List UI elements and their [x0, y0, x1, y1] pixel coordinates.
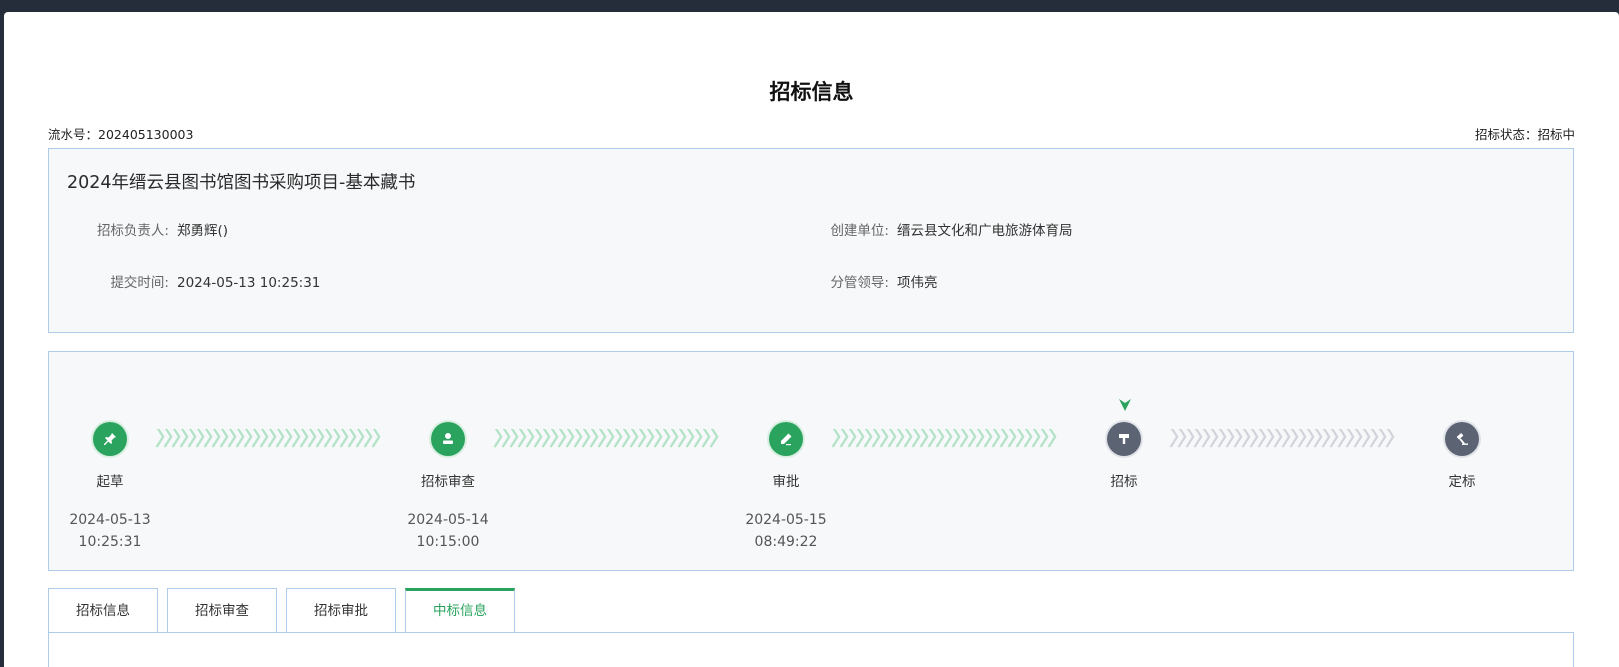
status-label: 招标状态： [1474, 127, 1538, 142]
submit-time-label: 提交时间: [110, 275, 169, 291]
gavel-icon [1445, 422, 1479, 456]
pencil-icon [769, 422, 803, 456]
owner-field: 招标负责人: 郑勇辉() [49, 219, 228, 239]
flow-step-approval: 审批 2024-05-15 08:49:22 [716, 422, 856, 550]
bid-status: 招标状态：招标中 [1475, 124, 1575, 143]
flow-step-bid-review: 招标审查 2024-05-14 10:15:00 [378, 422, 518, 550]
progress-connector-2: 〉〉〉〉〉〉〉〉〉〉〉〉〉〉〉〉〉〉〉〉〉〉〉〉〉〉〉〉 [493, 429, 731, 449]
step-date: 2024-05-15 [745, 512, 827, 528]
tab-bid-info[interactable]: 招标信息 [48, 588, 158, 632]
serial-number: 流水号：202405130003 [48, 124, 193, 143]
step-name: 审批 [772, 474, 800, 490]
tab-winning-bid-info[interactable]: 中标信息 [405, 588, 515, 632]
progress-connector-4: 〉〉〉〉〉〉〉〉〉〉〉〉〉〉〉〉〉〉〉〉〉〉〉〉〉〉〉〉 [1169, 429, 1407, 449]
serial-label: 流水号： [48, 127, 99, 142]
pin-icon [93, 422, 127, 456]
step-date: 2024-05-14 [407, 512, 489, 528]
project-name: 2024年缙云县图书馆图书采购项目-基本藏书 [67, 173, 416, 193]
process-flow-panel: 〉〉〉〉〉〉〉〉〉〉〉〉〉〉〉〉〉〉〉〉〉〉〉〉〉〉〉〉 〉〉〉〉〉〉〉〉〉〉〉… [48, 351, 1574, 571]
creating-unit-label: 创建单位: [830, 223, 889, 239]
step-time: 10:25:31 [78, 534, 142, 550]
step-name: 招标审查 [421, 474, 475, 490]
step-name: 起草 [96, 474, 124, 490]
owner-label: 招标负责人: [96, 223, 169, 239]
creating-unit-field: 创建单位: 缙云县文化和广电旅游体育局 [789, 219, 1073, 239]
flow-step-bidding: 招标 [1054, 422, 1194, 512]
leader-label: 分管领导: [830, 275, 889, 291]
current-step-arrow-icon [1119, 399, 1131, 411]
project-info-panel: 2024年缙云县图书馆图书采购项目-基本藏书 招标负责人: 郑勇辉() 提交时间:… [48, 148, 1574, 333]
step-date: 2024-05-13 [69, 512, 151, 528]
leader-field: 分管领导: 项伟亮 [789, 271, 938, 291]
step-time: 08:49:22 [754, 534, 818, 550]
page-title: 招标信息 [769, 80, 854, 104]
tab-bid-review[interactable]: 招标审查 [167, 588, 277, 632]
submit-time-value: 2024-05-13 10:25:31 [177, 275, 321, 291]
flow-step-award: 定标 [1392, 422, 1532, 512]
tab-bid-approval[interactable]: 招标审批 [286, 588, 396, 632]
serial-value: 202405130003 [98, 127, 194, 142]
flow-step-draft: 起草 2024-05-13 10:25:31 [40, 422, 180, 550]
leader-value: 项伟亮 [897, 275, 938, 291]
progress-connector-3: 〉〉〉〉〉〉〉〉〉〉〉〉〉〉〉〉〉〉〉〉〉〉〉〉〉〉〉〉 [831, 429, 1069, 449]
owner-value: 郑勇辉() [177, 223, 229, 239]
creating-unit-value: 缙云县文化和广电旅游体育局 [897, 223, 1073, 239]
step-time: 10:15:00 [416, 534, 480, 550]
step-name: 定标 [1448, 474, 1476, 490]
status-value: 招标中 [1537, 127, 1575, 142]
progress-connector-1: 〉〉〉〉〉〉〉〉〉〉〉〉〉〉〉〉〉〉〉〉〉〉〉〉〉〉〉〉 [155, 429, 393, 449]
tab-content-panel [48, 632, 1574, 667]
step-name: 招标 [1110, 474, 1138, 490]
bid-icon [1107, 422, 1141, 456]
bid-detail-dialog: 招标信息 流水号：202405130003 招标状态：招标中 2024年缙云县图… [4, 12, 1619, 667]
user-stamp-icon [431, 422, 465, 456]
submit-time-field: 提交时间: 2024-05-13 10:25:31 [49, 271, 320, 291]
